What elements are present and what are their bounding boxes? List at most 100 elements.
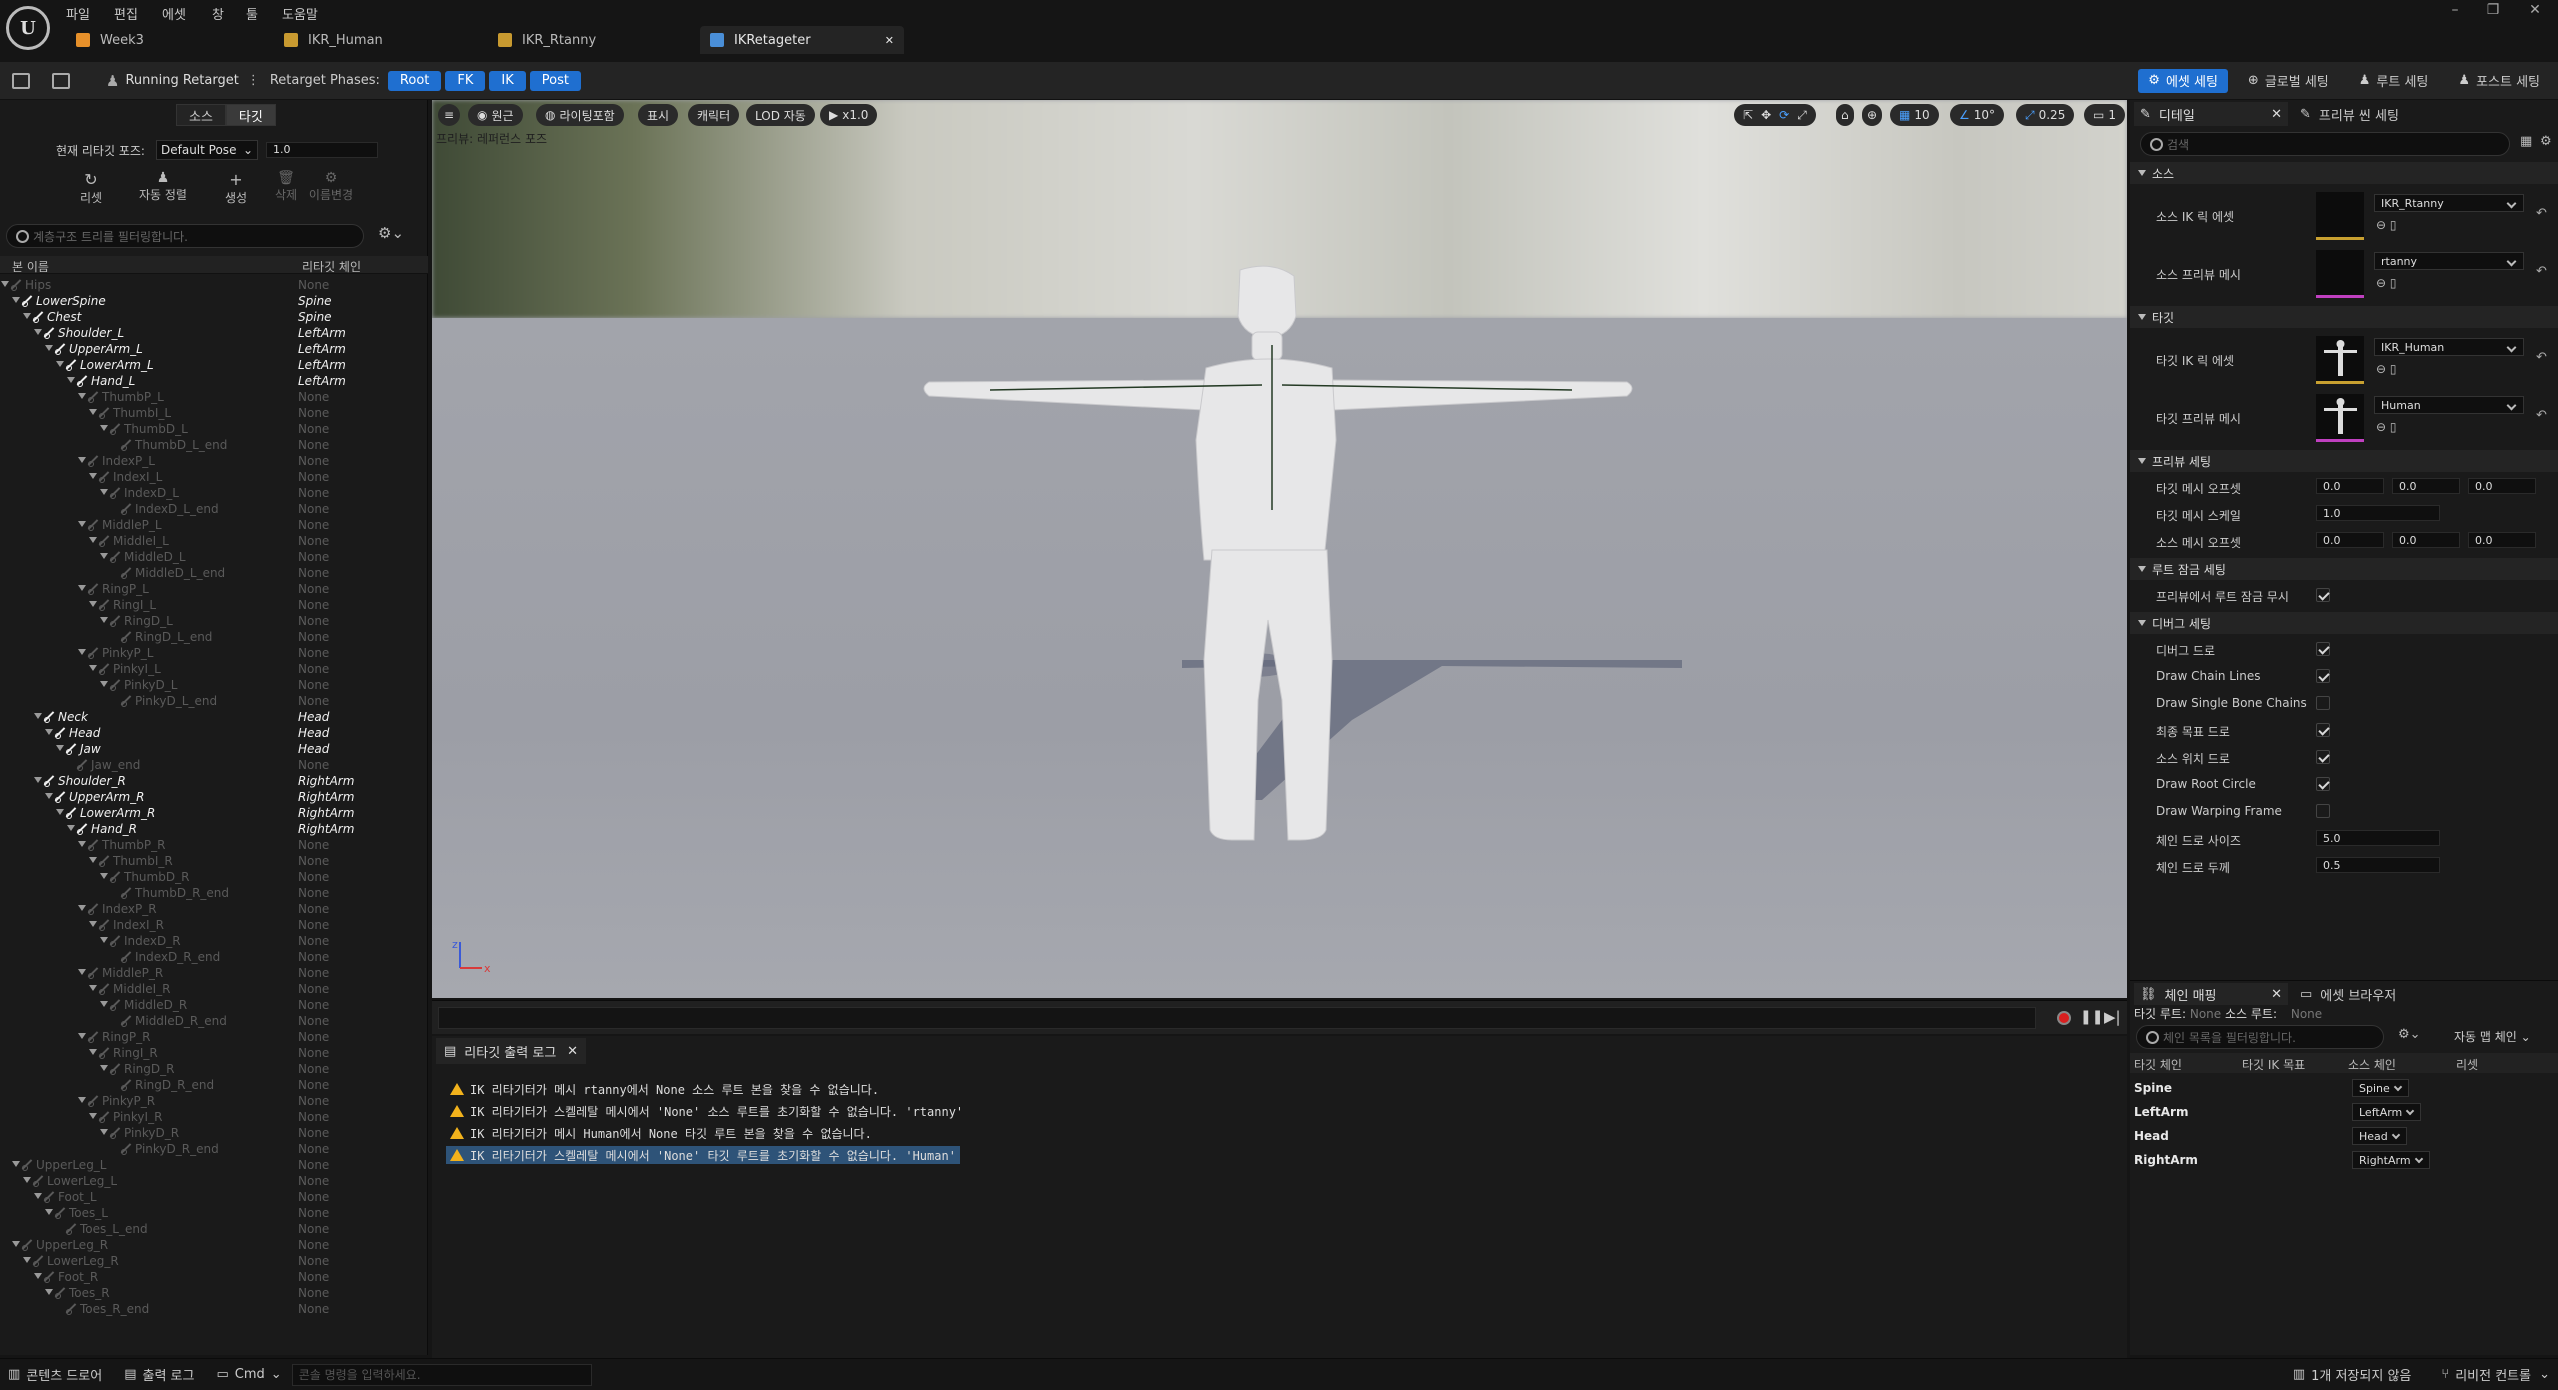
bone-row[interactable]: Neck Head <box>0 710 420 726</box>
auto-align-button[interactable]: ♟ 자동 정렬 <box>130 170 196 203</box>
toolbar-more-icon[interactable]: ⋮ <box>247 73 260 88</box>
browse-to-asset-icon[interactable]: ⊖ ▯ <box>2376 218 2396 232</box>
preview-scene-tab[interactable]: ✎ 프리뷰 씬 세팅 <box>2300 102 2399 126</box>
debug-section[interactable]: 디버그 세팅 <box>2130 612 2558 634</box>
expand-arrow-icon[interactable] <box>34 1193 42 1199</box>
phase-post-toggle[interactable]: Post <box>529 70 581 91</box>
bone-row[interactable]: RingP_R None <box>0 1030 420 1046</box>
phase-ik-toggle[interactable]: IK <box>489 70 526 91</box>
bone-row[interactable]: ThumbD_R_end None <box>0 886 420 902</box>
expand-arrow-icon[interactable] <box>23 1257 31 1263</box>
bone-row[interactable]: IndexD_L_end None <box>0 502 420 518</box>
camera-speed-button[interactable]: ▭ 1 <box>2084 104 2125 126</box>
timeline-track[interactable] <box>438 1007 2036 1029</box>
pose-blend-field[interactable]: 1.0 <box>266 142 378 158</box>
bone-row[interactable]: LowerLeg_L None <box>0 1174 420 1190</box>
debug-option-checkbox[interactable] <box>2316 696 2330 710</box>
debug-option-checkbox[interactable] <box>2316 723 2330 737</box>
bone-row[interactable]: Toes_R_end None <box>0 1302 420 1318</box>
bone-row[interactable]: Toes_L None <box>0 1206 420 1222</box>
bone-row[interactable]: Shoulder_R RightArm <box>0 774 420 790</box>
ignore-root-lock-checkbox[interactable] <box>2316 588 2330 602</box>
target-ik-goal-col[interactable]: 타깃 IK 목표 <box>2242 1056 2305 1073</box>
bone-row[interactable]: ThumbD_R None <box>0 870 420 886</box>
scale-icon[interactable]: ⤢ <box>1797 108 1807 123</box>
expand-arrow-icon[interactable] <box>89 857 97 863</box>
expand-arrow-icon[interactable] <box>34 777 42 783</box>
bone-row[interactable]: MiddleI_L None <box>0 534 420 550</box>
bone-row[interactable]: LowerLeg_R None <box>0 1254 420 1270</box>
bone-row[interactable]: PinkyI_R None <box>0 1110 420 1126</box>
lighting-button[interactable]: ◍ 라이팅포함 <box>536 104 624 126</box>
expand-arrow-icon[interactable] <box>34 329 42 335</box>
bone-row[interactable]: MiddleP_L None <box>0 518 420 534</box>
current-pose-dropdown[interactable]: Default Pose ⌄ <box>156 140 258 160</box>
browse-to-asset-icon[interactable]: ⊖ ▯ <box>2376 420 2396 434</box>
menu-item[interactable]: 도움말 <box>282 4 318 23</box>
expand-arrow-icon[interactable] <box>45 1289 53 1295</box>
grid-snap-button[interactable]: ▦ 10 <box>1890 104 1939 126</box>
expand-arrow-icon[interactable] <box>67 825 75 831</box>
details-tab[interactable]: ✎ 디테일 ✕ <box>2134 102 2288 126</box>
translate-icon[interactable]: ✥ <box>1761 108 1771 122</box>
target-offset-z-field[interactable]: 0.0 <box>2468 478 2536 494</box>
perspective-button[interactable]: ◉ 원근 <box>468 104 523 126</box>
settings-gear-icon[interactable]: ⚙ <box>2540 134 2552 149</box>
source-preview-mesh-dropdown[interactable]: rtanny <box>2374 252 2524 270</box>
expand-arrow-icon[interactable] <box>78 521 86 527</box>
bone-row[interactable]: MiddleI_R None <box>0 982 420 998</box>
bone-row[interactable]: Shoulder_L LeftArm <box>0 326 420 342</box>
asset-settings-button[interactable]: ⚙ 에셋 세팅 <box>2138 68 2228 93</box>
bone-row[interactable]: MiddleD_L_end None <box>0 566 420 582</box>
expand-arrow-icon[interactable] <box>89 1113 97 1119</box>
source-offset-z-field[interactable]: 0.0 <box>2468 532 2536 548</box>
expand-arrow-icon[interactable] <box>100 937 108 943</box>
bone-row[interactable]: PinkyD_L_end None <box>0 694 420 710</box>
bone-row[interactable]: MiddleD_R_end None <box>0 1014 420 1030</box>
menu-item[interactable]: 툴 <box>246 4 258 23</box>
rotate-icon[interactable]: ⟳ <box>1779 108 1789 122</box>
bone-row[interactable]: IndexP_L None <box>0 454 420 470</box>
bone-row[interactable]: IndexP_R None <box>0 902 420 918</box>
target-preview-mesh-dropdown[interactable]: Human <box>2374 396 2524 414</box>
rename-pose-button[interactable]: ⚙ 이름변경 <box>306 170 356 203</box>
viewport-menu-icon[interactable]: ≡ <box>438 104 460 126</box>
debug-option-checkbox[interactable] <box>2316 804 2330 818</box>
expand-arrow-icon[interactable] <box>78 457 86 463</box>
show-button[interactable]: 표시 <box>638 104 679 126</box>
post-settings-button[interactable]: ♟ 포스트 세팅 <box>2448 69 2550 93</box>
bone-row[interactable]: Toes_R None <box>0 1286 420 1302</box>
expand-arrow-icon[interactable] <box>12 1161 20 1167</box>
phase-fk-toggle[interactable]: FK <box>445 70 486 91</box>
bone-row[interactable]: Hand_R RightArm <box>0 822 420 838</box>
reset-arrow-icon[interactable]: ↶ <box>2536 264 2547 279</box>
expand-arrow-icon[interactable] <box>78 1033 86 1039</box>
running-retarget-button[interactable]: Running Retarget <box>125 73 238 88</box>
expand-arrow-icon[interactable] <box>67 377 75 383</box>
expand-arrow-icon[interactable] <box>100 553 108 559</box>
expand-arrow-icon[interactable] <box>89 921 97 927</box>
bone-row[interactable]: ThumbI_L None <box>0 406 420 422</box>
hierarchy-search-input[interactable]: 계층구조 트리를 필터링합니다. <box>6 224 364 248</box>
source-chain-col[interactable]: 소스 체인 <box>2348 1056 2396 1073</box>
bone-row[interactable]: Foot_R None <box>0 1270 420 1286</box>
source-toggle[interactable]: 소스 <box>176 104 226 126</box>
chain-map-row[interactable]: Head Head <box>2134 1125 2554 1147</box>
bone-row[interactable]: ThumbP_R None <box>0 838 420 854</box>
expand-arrow-icon[interactable] <box>100 681 108 687</box>
expand-arrow-icon[interactable] <box>100 1065 108 1071</box>
menu-item[interactable]: 에셋 <box>162 4 186 23</box>
source-chain-dropdown[interactable]: Head <box>2352 1127 2407 1145</box>
root-settings-button[interactable]: ♟ 루트 세팅 <box>2349 69 2439 93</box>
bone-row[interactable]: UpperArm_R RightArm <box>0 790 420 806</box>
expand-arrow-icon[interactable] <box>78 649 86 655</box>
chain-map-row[interactable]: Spine Spine <box>2134 1077 2554 1099</box>
expand-arrow-icon[interactable] <box>100 489 108 495</box>
document-tab[interactable]: IKRetageter ✕ <box>700 26 904 54</box>
bone-row[interactable]: PinkyD_L None <box>0 678 420 694</box>
chain-search-input[interactable]: 체인 목록을 필터링합니다. <box>2136 1025 2384 1049</box>
pause-icon[interactable]: ❚❚ <box>2080 1009 2103 1025</box>
bone-row[interactable]: Hips None <box>0 278 420 294</box>
hierarchy-settings-gear-icon[interactable]: ⚙⌄ <box>378 224 404 242</box>
expand-arrow-icon[interactable] <box>56 745 64 751</box>
